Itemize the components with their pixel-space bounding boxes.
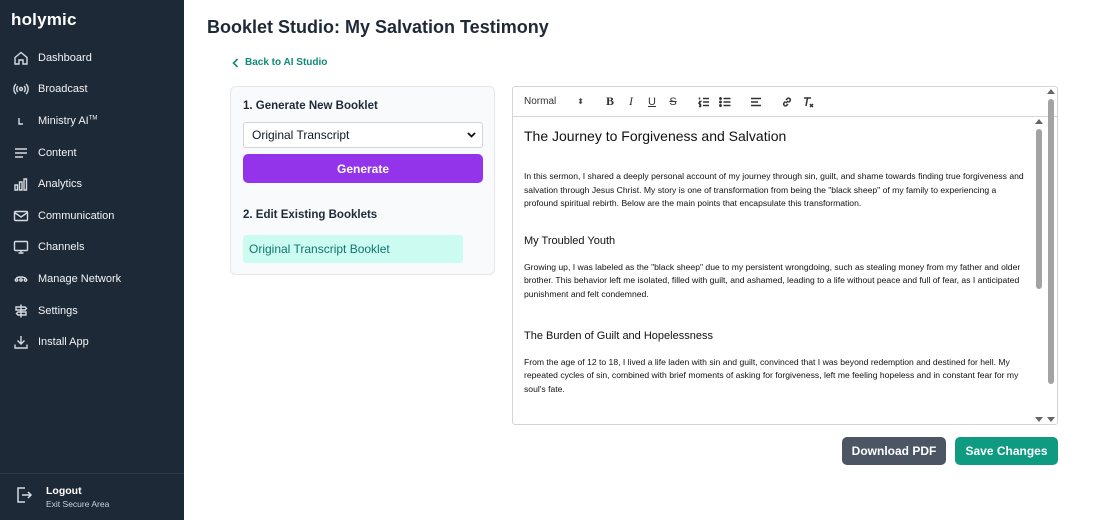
logout-button[interactable]: Logout Exit Secure Area bbox=[0, 473, 184, 520]
sidebar-item-channels[interactable]: Channels bbox=[0, 232, 184, 264]
generate-heading: 1. Generate New Booklet bbox=[243, 100, 378, 112]
sidebar-item-label: Ministry AITM bbox=[38, 114, 98, 127]
network-icon bbox=[12, 270, 29, 287]
mail-icon bbox=[12, 207, 29, 224]
section-heading: My Troubled Youth bbox=[524, 234, 616, 247]
sidebar-item-label: Dashboard bbox=[38, 51, 92, 64]
sidebar-item-label: Channels bbox=[38, 241, 85, 254]
clear-format-icon bbox=[804, 96, 814, 108]
link-icon bbox=[782, 96, 792, 107]
edit-heading: 2. Edit Existing Booklets bbox=[243, 209, 378, 221]
corner-arrow-icon bbox=[12, 112, 29, 129]
editor-scroll-thumb[interactable] bbox=[1048, 99, 1054, 384]
heading-format-select[interactable]: Normal ⬍ bbox=[524, 96, 584, 107]
ordered-list-button[interactable] bbox=[696, 94, 712, 110]
heading-format-value: Normal bbox=[524, 96, 557, 107]
sidebar-item-install-app[interactable]: Install App bbox=[0, 326, 184, 358]
section-body: Growing up, I was labeled as the "black … bbox=[524, 261, 1021, 299]
sidebar-item-content[interactable]: Content bbox=[0, 137, 184, 169]
save-changes-button[interactable]: Save Changes bbox=[955, 437, 1058, 465]
underline-button[interactable]: U bbox=[644, 94, 660, 110]
booklet-panel: 1. Generate New Booklet Original Transcr… bbox=[230, 86, 495, 275]
download-icon bbox=[12, 334, 29, 351]
sidebar-item-broadcast[interactable]: Broadcast bbox=[0, 74, 184, 106]
strikethrough-button[interactable]: S bbox=[665, 94, 681, 110]
scroll-up-arrow-icon[interactable] bbox=[1047, 89, 1055, 94]
logout-text: Logout Exit Secure Area bbox=[46, 485, 109, 509]
sidebar-item-analytics[interactable]: Analytics bbox=[0, 168, 184, 200]
bar-chart-icon bbox=[12, 176, 29, 193]
logout-icon bbox=[14, 485, 34, 510]
page-title: Booklet Studio: My Salvation Testimony bbox=[207, 17, 549, 37]
sidebar-item-label: Install App bbox=[38, 336, 89, 349]
document-intro: In this sermon, I shared a deeply person… bbox=[524, 171, 1024, 209]
sidebar-item-communication[interactable]: Communication bbox=[0, 200, 184, 232]
editor-document[interactable]: The Journey to Forgiveness and Salvation… bbox=[524, 117, 1026, 424]
align-button[interactable] bbox=[748, 94, 764, 110]
home-icon bbox=[12, 49, 29, 66]
sidebar-item-ministry-ai[interactable]: Ministry AITM bbox=[0, 105, 184, 137]
clear-format-button[interactable] bbox=[800, 94, 816, 110]
ordered-list-icon bbox=[698, 97, 709, 107]
editor-toolbar: Normal ⬍ B I U S bbox=[513, 87, 1057, 117]
section-body: From the age of 12 to 18, I lived a life… bbox=[524, 356, 1019, 394]
align-left-icon bbox=[751, 97, 761, 106]
existing-booklet-item[interactable]: Original Transcript Booklet bbox=[243, 235, 463, 263]
chevron-left-icon bbox=[232, 57, 239, 68]
sidebar-nav: Dashboard Broadcast Ministry AITM Conten… bbox=[0, 42, 184, 358]
document-scroll-thumb[interactable] bbox=[1036, 129, 1042, 289]
back-link-label: Back to AI Studio bbox=[245, 57, 328, 68]
chevron-down-icon bbox=[467, 128, 476, 142]
bullet-list-button[interactable] bbox=[717, 94, 733, 110]
sidebar-item-settings[interactable]: Settings bbox=[0, 295, 184, 327]
bold-button[interactable]: B bbox=[602, 94, 618, 110]
section-heading: The Burden of Guilt and Hopelessness bbox=[524, 329, 713, 342]
sidebar-item-label: Broadcast bbox=[38, 83, 88, 96]
logout-title: Logout bbox=[46, 485, 82, 497]
sidebar-item-label: Communication bbox=[38, 209, 115, 222]
transcript-select[interactable]: Original Transcript bbox=[243, 122, 483, 148]
download-pdf-button[interactable]: Download PDF bbox=[842, 437, 946, 465]
sidebar-item-manage-network[interactable]: Manage Network bbox=[0, 263, 184, 295]
back-to-ai-studio-link[interactable]: Back to AI Studio bbox=[232, 57, 327, 68]
italic-button[interactable]: I bbox=[623, 94, 639, 110]
logout-subtitle: Exit Secure Area bbox=[46, 499, 110, 509]
link-button[interactable] bbox=[779, 94, 795, 110]
document-title: The Journey to Forgiveness and Salvation bbox=[524, 128, 787, 144]
transcript-select-value: Original Transcript bbox=[252, 128, 350, 142]
bullet-list-icon bbox=[719, 96, 731, 107]
editor-scrollbar[interactable] bbox=[1046, 89, 1056, 422]
scroll-up-arrow-icon[interactable] bbox=[1035, 119, 1043, 124]
settings-signpost-icon bbox=[12, 302, 29, 319]
menu-lines-icon bbox=[12, 144, 29, 161]
monitor-icon bbox=[12, 239, 29, 256]
rich-text-editor: Normal ⬍ B I U S The Journey to Forgiven… bbox=[512, 86, 1058, 425]
generate-button[interactable]: Generate bbox=[243, 154, 483, 183]
scroll-down-arrow-icon[interactable] bbox=[1035, 417, 1043, 422]
sidebar-item-dashboard[interactable]: Dashboard bbox=[0, 42, 184, 74]
broadcast-icon bbox=[12, 81, 29, 98]
sidebar-item-label: Analytics bbox=[38, 178, 83, 191]
document-scrollbar[interactable] bbox=[1034, 119, 1044, 422]
sidebar-item-label: Settings bbox=[38, 304, 78, 317]
app-logo[interactable]: holymic bbox=[11, 10, 77, 30]
sidebar-item-label: Manage Network bbox=[38, 272, 122, 285]
scroll-down-arrow-icon[interactable] bbox=[1047, 417, 1055, 422]
sidebar-item-label: Content bbox=[38, 146, 77, 159]
updown-arrows-icon: ⬍ bbox=[577, 97, 584, 106]
sidebar: holymic Dashboard Broadcast Ministry AIT… bbox=[0, 0, 184, 520]
